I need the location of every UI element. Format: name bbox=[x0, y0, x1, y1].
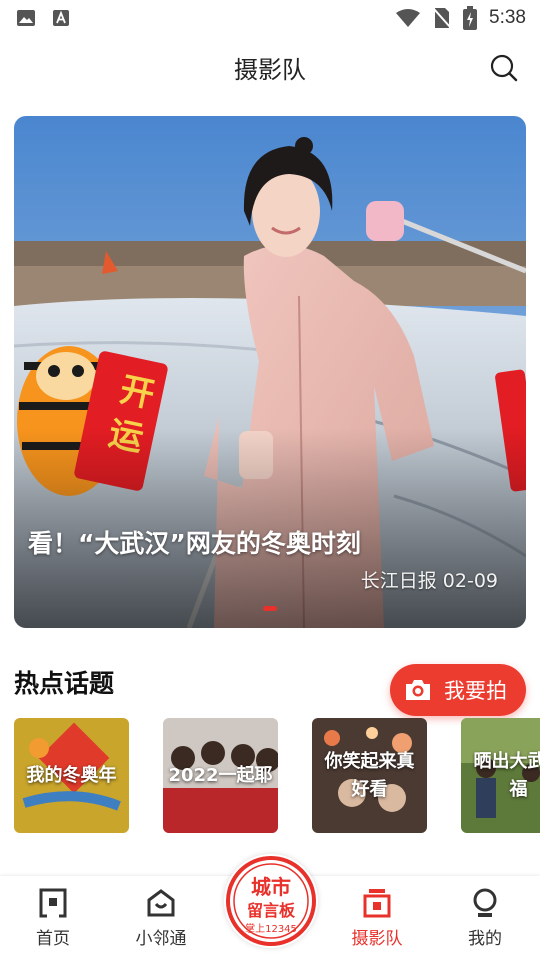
nav-item-neighbor[interactable]: 小邻通 bbox=[116, 888, 206, 949]
badge-line1: 城市 bbox=[251, 875, 291, 899]
nav-label: 首页 bbox=[36, 929, 70, 949]
topic-card[interactable]: 我的冬奥年 bbox=[14, 718, 129, 833]
nav-item-home[interactable]: 首页 bbox=[8, 888, 98, 949]
section-title-hot-topics: 热点话题 bbox=[14, 669, 115, 698]
nav-label: 小邻通 bbox=[135, 929, 187, 949]
topic-card[interactable]: 你笑起来真好看 bbox=[312, 718, 427, 833]
nav-label: 摄影队 bbox=[351, 929, 403, 949]
take-photo-label: 我要拍 bbox=[444, 679, 507, 703]
city-message-board-logo: 城市 留言板 掌上12345 bbox=[226, 856, 316, 946]
top-app-bar: 摄影队 bbox=[0, 36, 540, 100]
status-bar: 5:38 bbox=[0, 0, 540, 36]
topic-label: 2022一起耶 bbox=[168, 764, 273, 786]
topic-label: 晒出大武幸福 bbox=[473, 750, 540, 800]
topic-card[interactable]: 2022一起耶 bbox=[163, 718, 278, 833]
camera-icon bbox=[406, 680, 430, 700]
neighborhood-icon bbox=[147, 889, 175, 917]
battery-icon bbox=[463, 6, 478, 30]
banner-date: 02-09 bbox=[442, 570, 498, 592]
search-icon bbox=[490, 54, 518, 82]
profile-icon bbox=[473, 888, 497, 917]
banner-title: 看！“大武汉”网友的冬奥时刻 bbox=[28, 529, 361, 558]
hot-topics-list: 我的冬奥年 2022一起耶 你笑起来真好看 晒出大武 福 bbox=[14, 718, 540, 834]
topic-label: 我的冬奥年 bbox=[26, 764, 117, 786]
no-sim-icon bbox=[433, 8, 451, 28]
wifi-icon bbox=[396, 9, 421, 27]
take-photo-button[interactable]: 我要拍 bbox=[390, 664, 526, 716]
badge-line2: 留言板 bbox=[247, 901, 296, 920]
carousel-dot-active bbox=[263, 606, 277, 611]
badge-line3: 掌上12345 bbox=[245, 923, 297, 935]
topic-label: 你笑起来真好看 bbox=[324, 750, 415, 800]
banner-meta: 长江日报 02-09 bbox=[361, 566, 498, 593]
city-message-board-button[interactable]: 城市 留言板 掌上12345 bbox=[224, 854, 318, 948]
text-notification-icon bbox=[53, 10, 69, 26]
topic-card[interactable]: 晒出大武幸福 bbox=[461, 718, 540, 833]
featured-banner[interactable]: 开 运 看！“大武汉”网友的冬奥时刻 长江日报 02-09 bbox=[14, 116, 526, 628]
nav-label: 我的 bbox=[468, 929, 502, 949]
nav-item-photo-team[interactable]: 摄影队 bbox=[332, 888, 422, 949]
home-icon bbox=[39, 888, 67, 918]
search-button[interactable] bbox=[488, 52, 520, 84]
banner-source: 长江日报 bbox=[360, 570, 437, 592]
bottom-navigation: 首页 小邻通 城市 留言板 掌上12345 摄影队 我的 bbox=[0, 854, 540, 960]
nav-item-profile[interactable]: 我的 bbox=[440, 888, 530, 949]
image-notification-icon bbox=[17, 10, 35, 26]
photo-team-icon bbox=[363, 889, 391, 918]
status-time: 5:38 bbox=[489, 7, 526, 28]
carousel-indicator bbox=[14, 606, 526, 611]
page-title: 摄影队 bbox=[234, 56, 306, 84]
